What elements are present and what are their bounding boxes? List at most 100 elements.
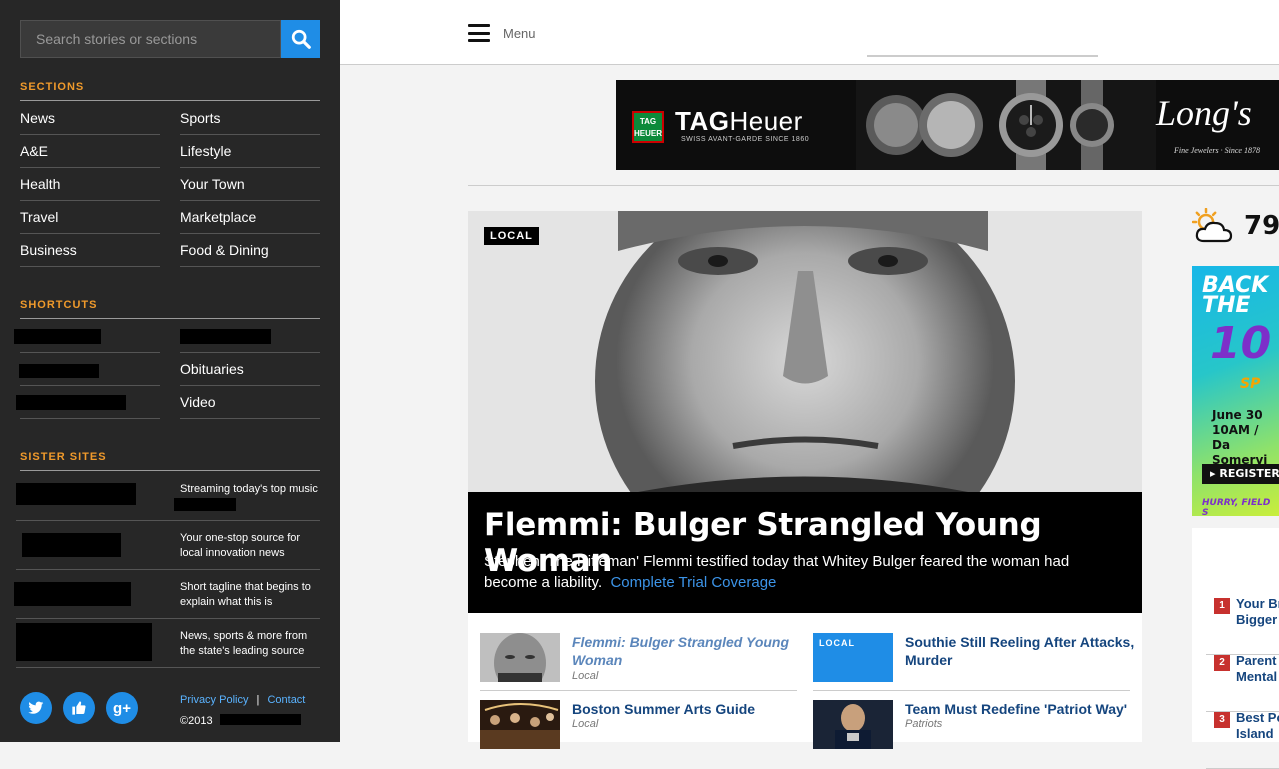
ad-date-line: June 30 bbox=[1212, 408, 1263, 422]
ad-brand: TAGHeuer bbox=[675, 106, 803, 137]
sister-site-4[interactable]: News, sports & more from the state's lea… bbox=[16, 619, 320, 668]
sister-site-3[interactable]: Short tagline that begins to explain wha… bbox=[14, 570, 320, 619]
divider bbox=[867, 55, 1098, 57]
story-item[interactable]: Team Must Redefine 'Patriot Way' Patriot… bbox=[813, 700, 1130, 758]
ad-big-number: 10 bbox=[1210, 318, 1272, 369]
search-icon bbox=[291, 29, 311, 49]
trial-coverage-link[interactable]: Complete Trial Coverage bbox=[610, 574, 776, 591]
ad-text: SP bbox=[1240, 376, 1261, 392]
story-headline[interactable]: Team Must Redefine 'Patriot Way' bbox=[905, 700, 1135, 718]
ad-text-line: THE bbox=[1202, 293, 1251, 318]
redacted-logo bbox=[16, 483, 136, 505]
menu-button[interactable]: Menu bbox=[468, 24, 536, 42]
sister-sites-heading: SISTER SITES bbox=[20, 451, 320, 471]
shortcuts-heading: SHORTCUTS bbox=[20, 299, 320, 319]
privacy-policy-link[interactable]: Privacy Policy bbox=[180, 694, 248, 706]
story-kicker: Patriots bbox=[905, 718, 943, 730]
partly-cloudy-icon bbox=[1192, 208, 1233, 243]
story-thumbnail[interactable] bbox=[480, 633, 560, 682]
sister-site-2[interactable]: Your one-stop source for local innovatio… bbox=[16, 521, 320, 570]
social-links: g+ bbox=[20, 692, 138, 724]
story-headline[interactable]: Southie Still Reeling After Attacks, Mur… bbox=[905, 633, 1135, 669]
redacted-logo bbox=[16, 623, 152, 661]
shortcut-video[interactable]: Video bbox=[180, 386, 320, 419]
watches-image bbox=[856, 80, 1156, 170]
redacted-block bbox=[16, 395, 126, 410]
trending-item[interactable]: 1 Your Br Bigger bbox=[1206, 596, 1279, 655]
facebook-like-icon[interactable] bbox=[63, 692, 95, 724]
redacted-logo bbox=[14, 582, 131, 606]
shortcut-redacted-1[interactable] bbox=[14, 320, 160, 353]
google-plus-glyph: g+ bbox=[113, 699, 131, 717]
hero-dek-text: Stephen 'The Rifleman' Flemmi testified … bbox=[484, 553, 1070, 591]
trending-item[interactable]: 2 Parent Mental bbox=[1206, 653, 1279, 712]
banner-ad[interactable]: TAG HEUER TAGHeuer SWISS AVANT-GARDE SIN… bbox=[616, 80, 1279, 170]
shortcut-redacted-3[interactable] bbox=[19, 353, 160, 386]
ad-text: BACK THE bbox=[1202, 275, 1268, 318]
story-headline[interactable]: Flemmi: Bulger Strangled Young Woman bbox=[572, 633, 802, 669]
trending-headline[interactable]: Parent Mental bbox=[1236, 653, 1279, 685]
sections-heading: SECTIONS bbox=[20, 81, 320, 101]
redacted-logo bbox=[22, 533, 121, 557]
nav-health[interactable]: Health bbox=[20, 168, 160, 201]
contact-link[interactable]: Contact bbox=[267, 694, 305, 706]
redacted-block bbox=[220, 714, 301, 725]
register-label: REGISTER bbox=[1219, 467, 1279, 480]
hero-story[interactable]: LOCAL Flemmi: Bulger Strangled Young Wom… bbox=[468, 211, 1142, 613]
ad-retailer-sub: Fine Jewelers · Since 1878 bbox=[1174, 146, 1260, 155]
hamburger-icon bbox=[468, 24, 490, 42]
rank-badge: 1 bbox=[1214, 598, 1230, 614]
search-button[interactable] bbox=[281, 20, 320, 58]
story-item[interactable]: Boston Summer Arts Guide Local bbox=[480, 700, 797, 758]
rank-badge: 3 bbox=[1214, 712, 1230, 728]
hero-dek: Stephen 'The Rifleman' Flemmi testified … bbox=[484, 551, 1124, 593]
redacted-block bbox=[174, 498, 236, 511]
legal-separator: | bbox=[256, 694, 260, 706]
shortcut-redacted-4[interactable] bbox=[16, 386, 160, 419]
ad-brand-thin: Heuer bbox=[729, 106, 803, 136]
story-headline[interactable]: Boston Summer Arts Guide bbox=[572, 700, 802, 718]
trending-headline[interactable]: Your Br Bigger bbox=[1236, 596, 1279, 628]
ad-retailer: Long's bbox=[1156, 93, 1252, 133]
trending-item[interactable]: 3 Best Po Island bbox=[1206, 710, 1279, 769]
story-thumbnail[interactable]: LOCAL bbox=[813, 633, 893, 682]
shortcut-obituaries[interactable]: Obituaries bbox=[180, 353, 320, 386]
ad-date-line: 10AM / Da bbox=[1212, 423, 1259, 452]
portrait-photo bbox=[468, 211, 1142, 492]
search-bar bbox=[20, 20, 320, 58]
nav-marketplace[interactable]: Marketplace bbox=[180, 201, 320, 234]
nav-ae[interactable]: A&E bbox=[20, 135, 160, 168]
story-kicker: Local bbox=[572, 670, 599, 682]
twitter-icon[interactable] bbox=[20, 692, 52, 724]
divider bbox=[468, 185, 1279, 186]
nav-sports[interactable]: Sports bbox=[180, 102, 320, 135]
ad-date: June 30 10AM / Da Somervi bbox=[1212, 408, 1279, 468]
nav-business[interactable]: Business bbox=[20, 234, 160, 267]
tag-heuer-logo: TAG HEUER bbox=[632, 111, 664, 143]
google-plus-icon[interactable]: g+ bbox=[106, 692, 138, 724]
story-list: Flemmi: Bulger Strangled Young Woman Loc… bbox=[468, 613, 1142, 749]
nav-news[interactable]: News bbox=[20, 102, 160, 135]
shortcut-redacted-2[interactable] bbox=[180, 320, 320, 353]
sidebar-ad[interactable]: BACK THE 10 SP June 30 10AM / Da Somervi ▸ … bbox=[1192, 266, 1279, 516]
story-item[interactable]: Flemmi: Bulger Strangled Young Woman Loc… bbox=[480, 633, 797, 691]
register-button[interactable]: ▸ REGISTER bbox=[1202, 464, 1279, 484]
copyright: ©2013 bbox=[180, 715, 213, 727]
hero-image[interactable]: LOCAL bbox=[468, 211, 1142, 492]
sister-site-desc: News, sports & more from the state's lea… bbox=[180, 630, 308, 657]
ad-tagline: SWISS AVANT-GARDE SINCE 1860 bbox=[681, 136, 810, 143]
trending-headline[interactable]: Best Po Island bbox=[1236, 710, 1279, 742]
category-badge: LOCAL bbox=[484, 227, 539, 245]
search-input[interactable] bbox=[20, 20, 281, 58]
nav-your-town[interactable]: Your Town bbox=[180, 168, 320, 201]
sidebar: SECTIONS News Sports A&E Lifestyle Healt… bbox=[0, 0, 340, 742]
nav-food-dining[interactable]: Food & Dining bbox=[180, 234, 320, 267]
story-kicker: Local bbox=[572, 718, 599, 730]
story-item[interactable]: LOCAL Southie Still Reeling After Attack… bbox=[813, 633, 1134, 691]
nav-travel[interactable]: Travel bbox=[20, 201, 160, 234]
redacted-block bbox=[19, 364, 99, 378]
sister-site-desc: Your one-stop source for local innovatio… bbox=[180, 532, 301, 559]
sister-site-1[interactable]: Streaming today's top music & more bbox=[16, 472, 320, 521]
weather-widget[interactable]: 79° bbox=[1192, 208, 1279, 244]
nav-lifestyle[interactable]: Lifestyle bbox=[180, 135, 320, 168]
